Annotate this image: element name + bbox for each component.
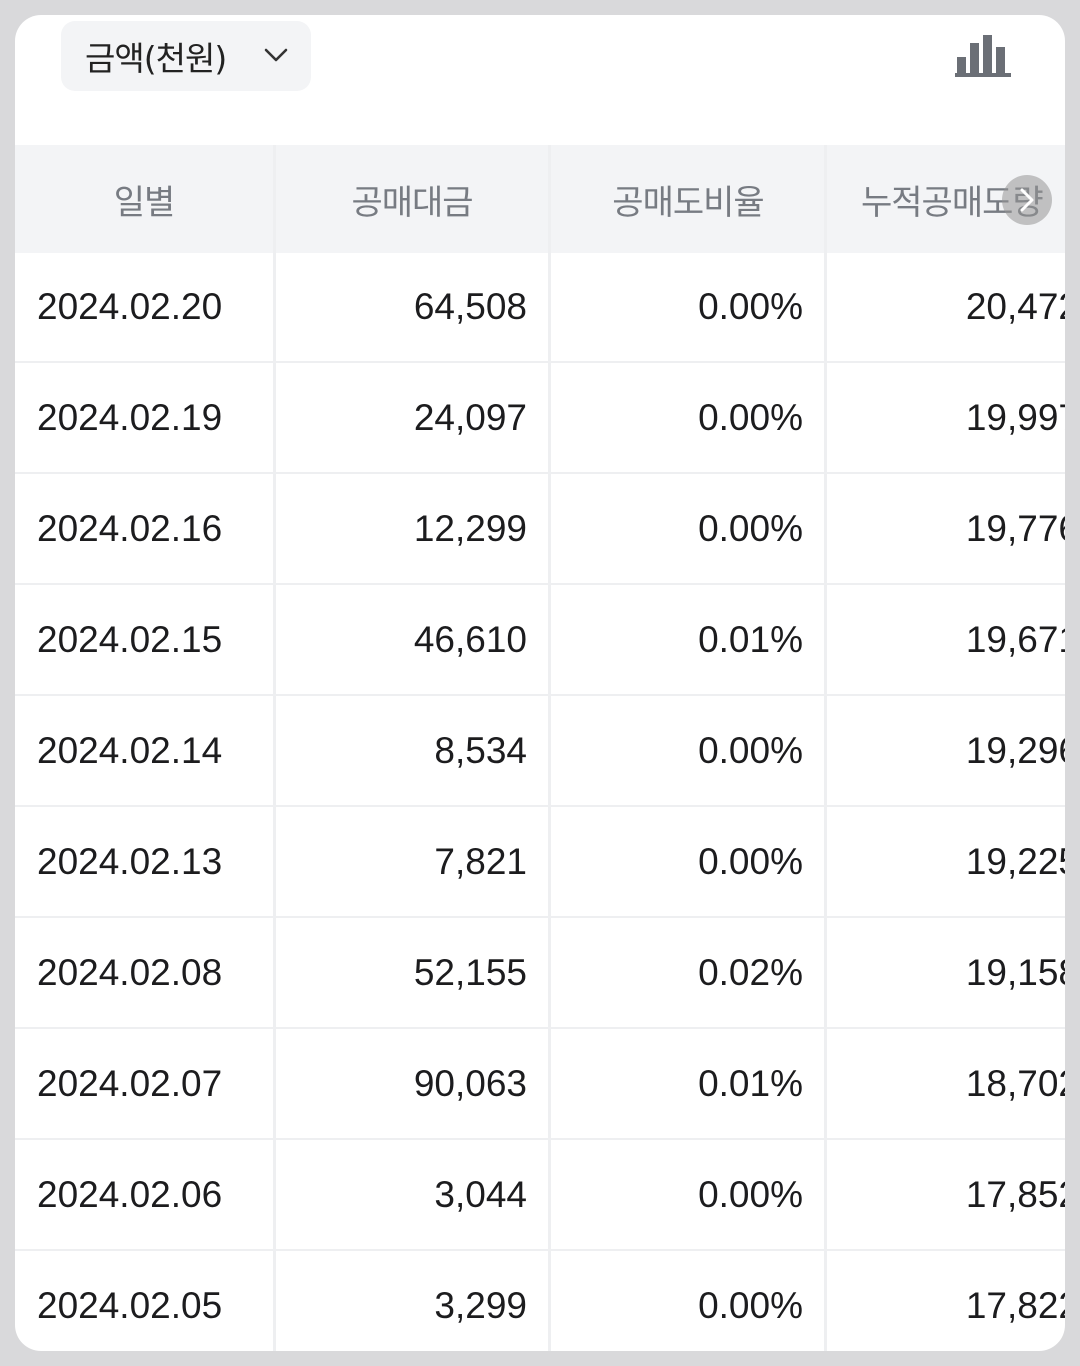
cell-date: 2024.02.06 xyxy=(37,1174,223,1215)
table-row[interactable]: 2024.02.07 90,063 0.01% 18,702 xyxy=(15,1030,1065,1140)
table-row[interactable]: 2024.02.15 46,610 0.01% 19,671 xyxy=(15,586,1065,696)
table-row[interactable]: 2024.02.06 3,044 0.00% 17,852 xyxy=(15,1141,1065,1251)
cell-amount: 3,044 xyxy=(434,1174,527,1215)
cell-ratio: 0.00% xyxy=(698,730,803,771)
cell-date: 2024.02.07 xyxy=(37,1063,223,1104)
column-header-ratio[interactable]: 공매도비율 xyxy=(551,145,825,253)
bar-chart-icon[interactable] xyxy=(955,33,1013,79)
cell-ratio: 0.01% xyxy=(698,1063,803,1104)
scroll-right-button[interactable] xyxy=(1002,175,1052,225)
cell-amount: 52,155 xyxy=(413,952,527,993)
table-header: 일별 공매대금 공매도비율 누적공매도량 xyxy=(15,145,1065,253)
chevron-right-icon xyxy=(1020,188,1034,212)
cell-amount: 24,097 xyxy=(413,397,527,438)
cell-date: 2024.02.13 xyxy=(37,841,223,882)
cell-cumulative: 20,472 xyxy=(965,286,1065,327)
table-row[interactable]: 2024.02.05 3,299 0.00% 17,822 xyxy=(15,1252,1065,1351)
cell-cumulative: 19,997 xyxy=(965,397,1065,438)
cell-ratio: 0.02% xyxy=(698,952,803,993)
table-row[interactable]: 2024.02.08 52,155 0.02% 19,158 xyxy=(15,919,1065,1029)
column-header-date[interactable]: 일별 xyxy=(15,145,273,253)
cell-ratio: 0.00% xyxy=(698,286,803,327)
cell-cumulative: 19,158 xyxy=(965,952,1065,993)
cell-cumulative: 19,671 xyxy=(965,619,1065,660)
column-divider xyxy=(548,145,551,1351)
unit-select[interactable]: 금액(천원) xyxy=(61,21,311,91)
table-row[interactable]: 2024.02.19 24,097 0.00% 19,997 xyxy=(15,364,1065,474)
short-selling-card: 금액(천원) 일별 공매대금 공매도비율 누적공매도량 2024.02.20 64… xyxy=(15,15,1065,1351)
cell-date: 2024.02.08 xyxy=(37,952,223,993)
cell-ratio: 0.00% xyxy=(698,841,803,882)
cell-ratio: 0.00% xyxy=(698,508,803,549)
cell-cumulative: 17,852 xyxy=(965,1174,1065,1215)
cell-cumulative: 19,225 xyxy=(965,841,1065,882)
table-row[interactable]: 2024.02.20 64,508 0.00% 20,472 xyxy=(15,253,1065,363)
unit-select-label: 금액(천원) xyxy=(85,39,227,78)
cell-amount: 64,508 xyxy=(413,286,527,327)
column-header-amount[interactable]: 공매대금 xyxy=(275,145,549,253)
table-row[interactable]: 2024.02.16 12,299 0.00% 19,776 xyxy=(15,475,1065,585)
column-divider xyxy=(273,145,276,1351)
chevron-down-icon xyxy=(264,48,288,62)
cell-cumulative: 19,776 xyxy=(965,508,1065,549)
cell-cumulative: 18,702 xyxy=(965,1063,1065,1104)
cell-amount: 7,821 xyxy=(434,841,527,882)
cell-ratio: 0.01% xyxy=(698,619,803,660)
cell-ratio: 0.00% xyxy=(698,1285,803,1326)
cell-amount: 8,534 xyxy=(434,730,527,771)
cell-ratio: 0.00% xyxy=(698,397,803,438)
cell-amount: 3,299 xyxy=(434,1285,527,1326)
cell-date: 2024.02.14 xyxy=(37,730,223,771)
cell-cumulative: 19,296 xyxy=(965,730,1065,771)
cell-date: 2024.02.15 xyxy=(37,619,223,660)
table-row[interactable]: 2024.02.14 8,534 0.00% 19,296 xyxy=(15,697,1065,807)
cell-date: 2024.02.05 xyxy=(37,1285,223,1326)
cell-date: 2024.02.16 xyxy=(37,508,223,549)
cell-amount: 12,299 xyxy=(413,508,527,549)
cell-cumulative: 17,822 xyxy=(965,1285,1065,1326)
column-divider xyxy=(824,145,827,1351)
cell-date: 2024.02.19 xyxy=(37,397,223,438)
short-selling-table[interactable]: 일별 공매대금 공매도비율 누적공매도량 2024.02.20 64,508 0.0… xyxy=(15,145,1065,1351)
cell-amount: 90,063 xyxy=(413,1063,527,1104)
cell-date: 2024.02.20 xyxy=(37,286,223,327)
cell-ratio: 0.00% xyxy=(698,1174,803,1215)
table-row[interactable]: 2024.02.13 7,821 0.00% 19,225 xyxy=(15,808,1065,918)
cell-amount: 46,610 xyxy=(413,619,527,660)
